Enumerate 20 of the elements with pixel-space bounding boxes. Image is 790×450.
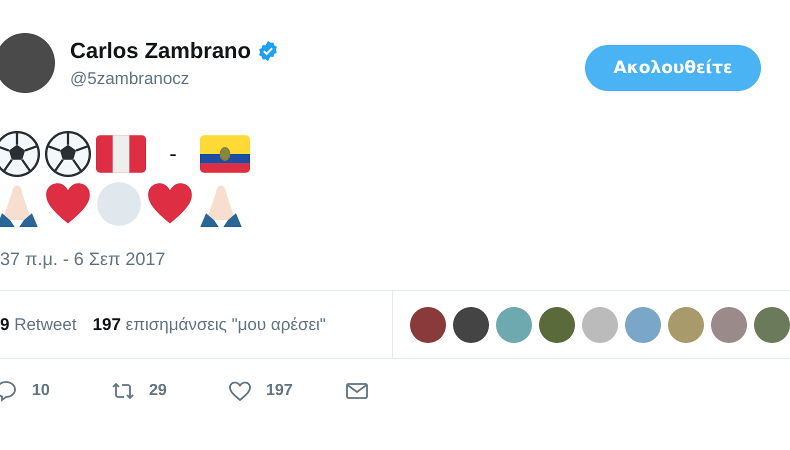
action-count: 10 [32,382,50,400]
stat-link[interactable]: 9 Retweet [0,314,77,334]
action-count: 197 [266,382,293,400]
action-count: 29 [149,382,167,400]
stat-link[interactable]: 197 επισημάνσεις "μου αρέσει" [92,314,326,334]
avatar-photo-placeholder[interactable] [539,306,575,342]
avatar-photo-placeholder[interactable] [0,33,55,93]
avatar-photo-placeholder[interactable] [410,306,446,342]
avatar-photo-placeholder[interactable] [754,306,790,342]
soccer-ball-icon [45,131,91,177]
heart-outline-icon[interactable] [228,379,252,403]
peru-flag-icon [96,135,146,173]
dash-text: - [168,141,178,167]
author-name[interactable]: Carlos Zambrano [70,38,251,64]
ecuador-flag-icon [200,135,250,173]
speech-bubble-icon[interactable] [0,379,18,403]
tweet-timestamp[interactable]: 37 π.μ. - 6 Σεπ 2017 [0,249,790,283]
avatar-photo-placeholder[interactable] [453,306,489,342]
circle-icon [96,181,142,227]
author-handle[interactable]: @5zambranocz [70,69,279,89]
